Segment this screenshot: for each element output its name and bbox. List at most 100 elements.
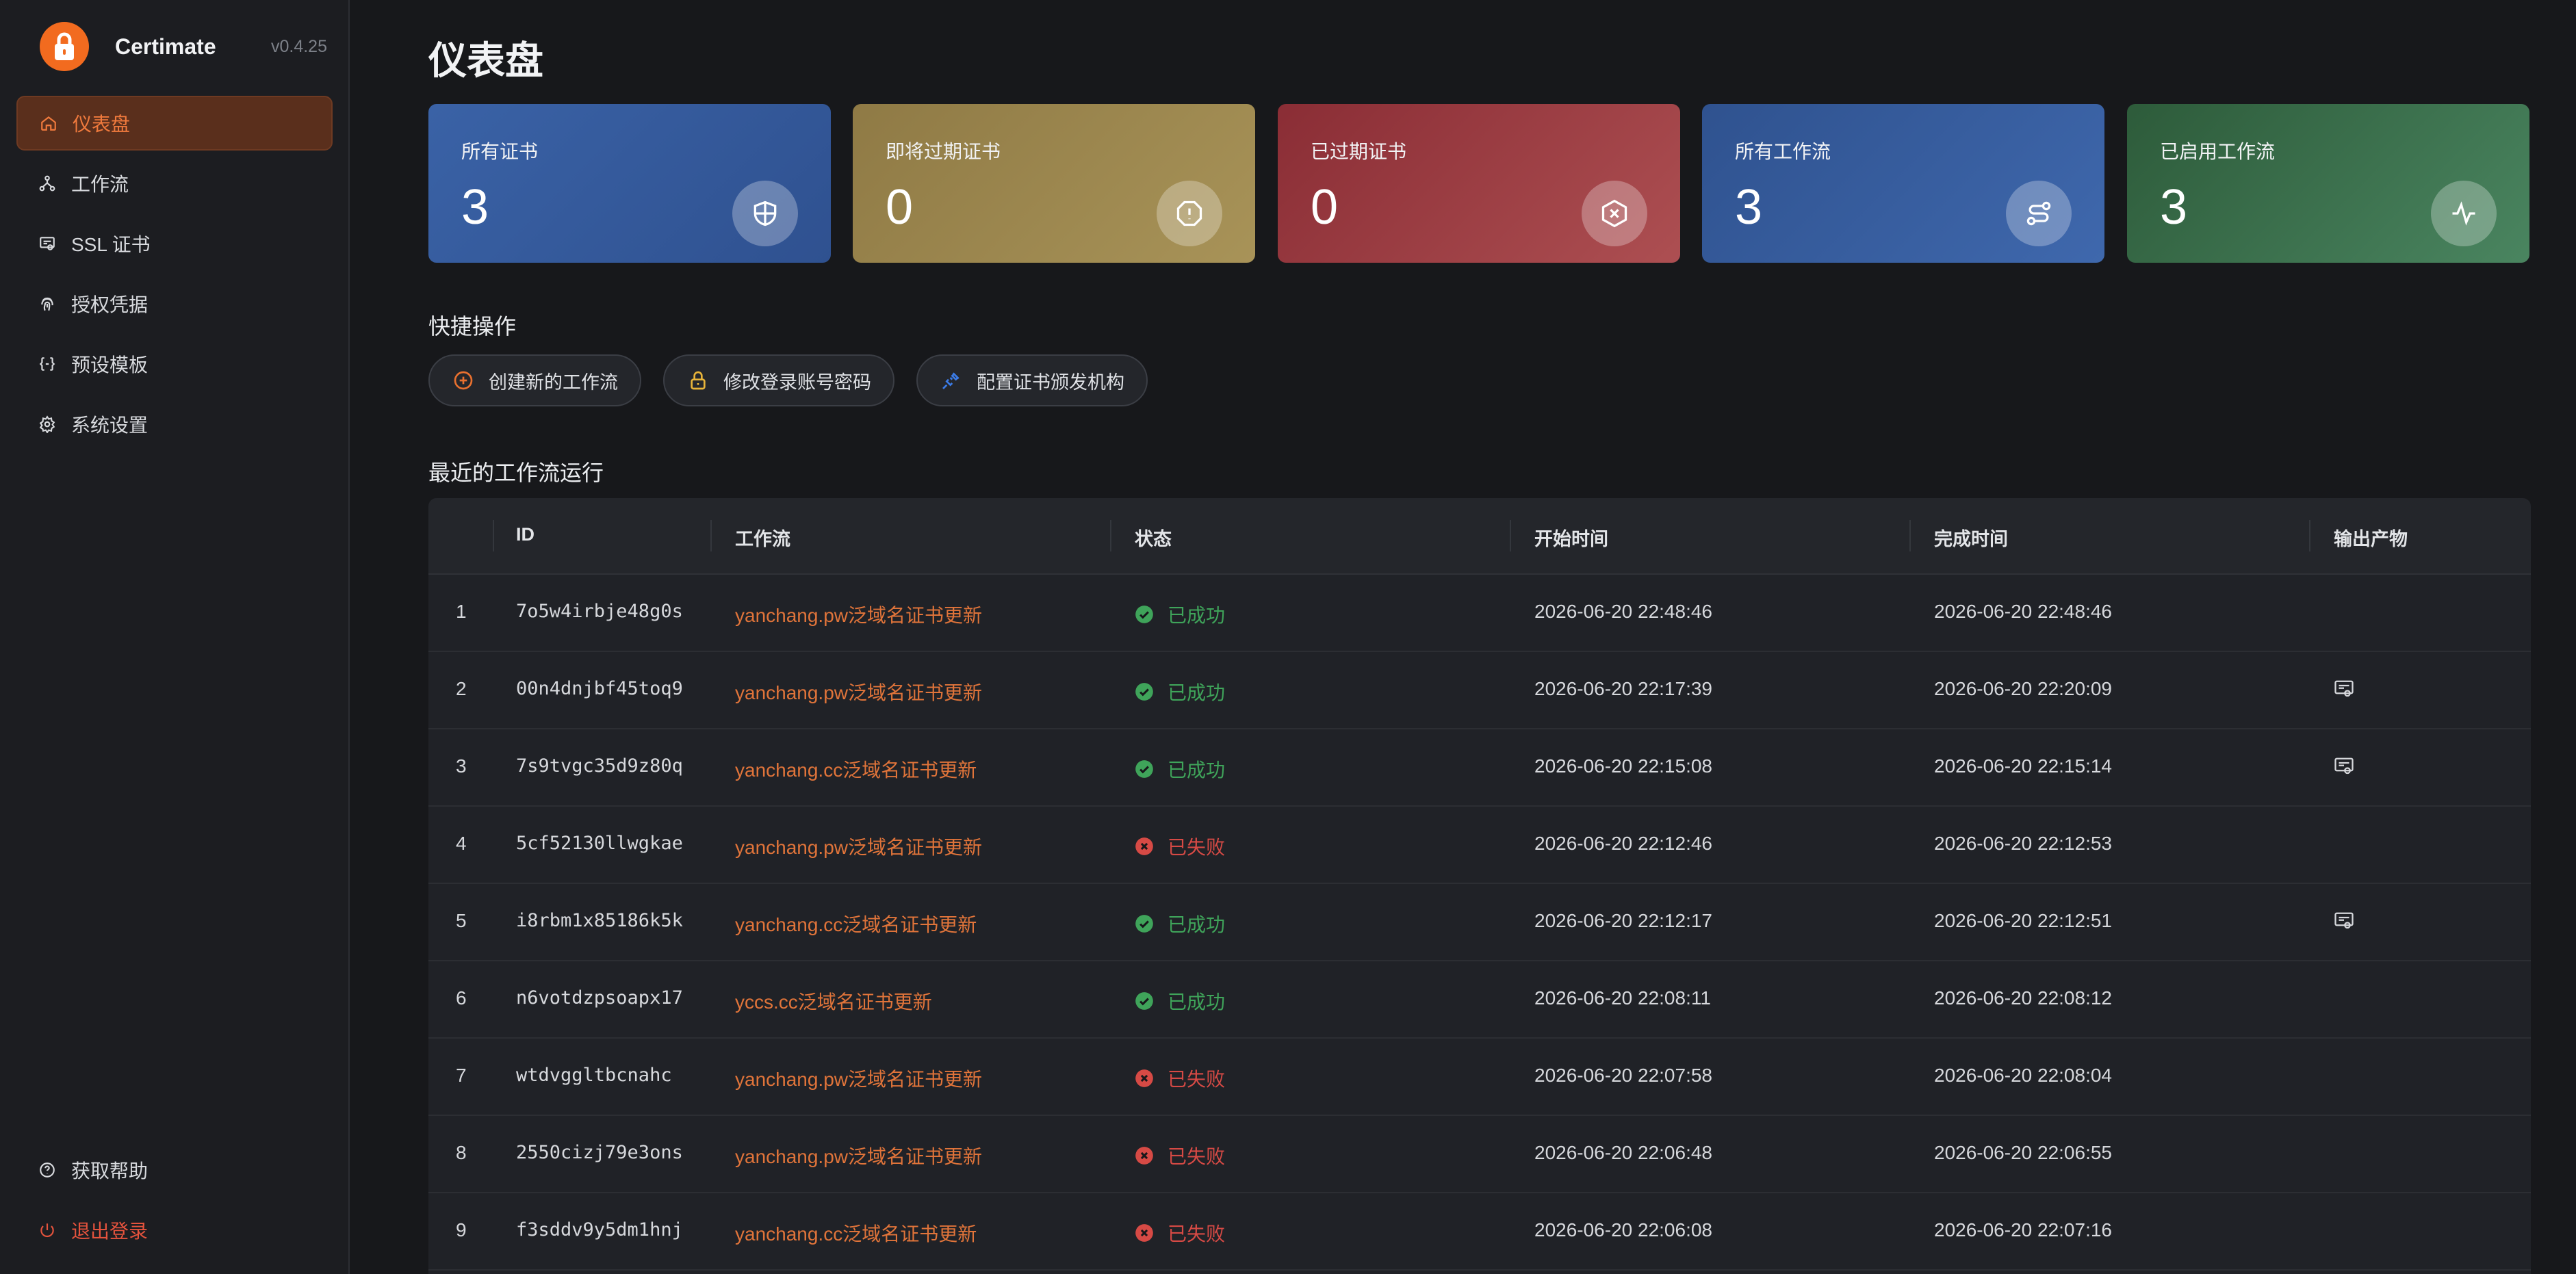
sidebar-item-label: 退出登录 — [71, 1221, 149, 1242]
start-time: 2026-06-20 22:08:11 — [1534, 987, 1711, 1009]
column-header-status[interactable]: 状态 — [1135, 524, 1172, 551]
table-row[interactable]: 8 2550cizj79e3ons yanchang.pw泛域名证书更新 已失败 202… — [428, 1116, 2531, 1193]
x-circle-icon — [1135, 1069, 1168, 1088]
gear-icon — [37, 414, 57, 434]
end-time: 2026-06-20 22:20:09 — [1934, 678, 2112, 699]
route-icon — [2006, 181, 2072, 246]
column-divider — [493, 520, 494, 551]
workflow-link[interactable]: yanchang.cc泛域名证书更新 — [735, 1219, 977, 1247]
create-workflow-button[interactable]: 创建新的工作流 — [428, 354, 641, 406]
lock-icon — [686, 369, 710, 392]
workflow-link[interactable]: yanchang.cc泛域名证书更新 — [735, 755, 977, 783]
app-version: v0.4.25 — [270, 37, 327, 56]
workflow-link[interactable]: yanchang.cc泛域名证书更新 — [735, 910, 977, 937]
button-label: 配置证书颁发机构 — [977, 372, 1124, 393]
certificate-icon — [37, 233, 57, 254]
plug-icon — [940, 369, 963, 392]
column-header-end-time[interactable]: 完成时间 — [1934, 524, 2008, 551]
sidebar-item-label: 预设模板 — [71, 354, 149, 376]
stat-label: 即将过期证书 — [886, 141, 1001, 162]
certificate-artifact-icon[interactable] — [2334, 679, 2354, 703]
status-badge: 已成功 — [1135, 755, 1225, 783]
workflow-link[interactable]: yanchang.pw泛域名证书更新 — [735, 833, 982, 860]
sidebar-item-settings[interactable]: 系统设置 — [16, 397, 333, 452]
table-row[interactable]: 5 i8rbm1x85186k5k yanchang.cc泛域名证书更新 已成功 202… — [428, 884, 2531, 961]
stats-cards: 所有证书 3 即将过期证书 0 已过期证书 0 所有工作流 3 已启用工作流 3 — [428, 104, 2531, 263]
x-circle-icon — [1135, 837, 1168, 856]
workflow-link[interactable]: yanchang.pw泛域名证书更新 — [735, 601, 982, 628]
workflow-link[interactable]: yanchang.pw泛域名证书更新 — [735, 1065, 982, 1092]
stat-card-all-certs[interactable]: 所有证书 3 — [428, 104, 831, 263]
stat-label: 所有证书 — [461, 141, 539, 162]
status-label: 已失败 — [1168, 1223, 1226, 1245]
status-label: 已失败 — [1168, 837, 1226, 858]
configure-ca-button[interactable]: 配置证书颁发机构 — [916, 354, 1148, 406]
recent-runs-title: 最近的工作流运行 — [428, 460, 604, 485]
sidebar-item-dashboard[interactable]: 仪表盘 — [16, 96, 333, 151]
sidebar-item-label: SSL 证书 — [71, 234, 151, 255]
column-header-workflow[interactable]: 工作流 — [735, 524, 790, 551]
status-label: 已成功 — [1168, 991, 1226, 1013]
run-id: 2550cizj79e3ons — [516, 1142, 683, 1163]
sidebar-item-help[interactable]: 获取帮助 — [16, 1143, 333, 1197]
brand[interactable]: Certimate v0.4.25 — [40, 22, 327, 71]
start-time: 2026-06-20 22:07:58 — [1534, 1065, 1712, 1086]
table-row[interactable]: 6 n6votdzpsoapx17 yccs.cc泛域名证书更新 已成功 2026-06… — [428, 961, 2531, 1039]
start-time: 2026-06-20 22:12:17 — [1534, 910, 1712, 931]
table-row[interactable]: 3 7s9tvgc35d9z80q yanchang.cc泛域名证书更新 已成功 202… — [428, 729, 2531, 807]
table-row[interactable]: 4 5cf52130llwgkae yanchang.pw泛域名证书更新 已失败 202… — [428, 807, 2531, 884]
table-row[interactable]: 1 7o5w4irbje48g0s yanchang.pw泛域名证书更新 已成功 202… — [428, 575, 2531, 652]
table-row[interactable]: 9 f3sddv9y5dm1hnj yanchang.cc泛域名证书更新 已失败 202… — [428, 1193, 2531, 1271]
sidebar-item-workflows[interactable]: 工作流 — [16, 156, 333, 211]
workflow-link[interactable]: yanchang.pw泛域名证书更新 — [735, 1142, 982, 1169]
status-label: 已成功 — [1168, 914, 1226, 935]
workflow-link[interactable]: yccs.cc泛域名证书更新 — [735, 987, 932, 1015]
stat-label: 已启用工作流 — [2160, 141, 2276, 162]
end-time: 2026-06-20 22:12:53 — [1934, 833, 2112, 854]
button-label: 创建新的工作流 — [489, 372, 618, 393]
sidebar-item-logout[interactable]: 退出登录 — [16, 1203, 333, 1258]
check-circle-icon — [1135, 605, 1168, 624]
plus-circle-icon — [452, 369, 475, 392]
sidebar-item-credentials[interactable]: 授权凭据 — [16, 276, 333, 331]
sidebar-item-certificates[interactable]: SSL 证书 — [16, 216, 333, 271]
column-header-id[interactable]: ID — [516, 524, 534, 545]
status-badge: 已失败 — [1135, 1219, 1225, 1247]
alert-icon — [1157, 181, 1222, 246]
stat-card-expiring-certs[interactable]: 即将过期证书 0 — [853, 104, 1255, 263]
sidebar-item-templates[interactable]: 预设模板 — [16, 337, 333, 391]
quick-actions-title: 快捷操作 — [428, 314, 517, 339]
column-divider — [2309, 520, 2310, 551]
table-row[interactable]: 2 00n4dnjbf45toq9 yanchang.pw泛域名证书更新 已成功 202… — [428, 652, 2531, 729]
stat-card-all-workflows[interactable]: 所有工作流 3 — [1702, 104, 2104, 263]
row-number: 2 — [456, 678, 467, 699]
end-time: 2026-06-20 22:06:55 — [1934, 1142, 2112, 1163]
end-time: 2026-06-20 22:48:46 — [1934, 601, 2112, 622]
end-time: 2026-06-20 22:12:51 — [1934, 910, 2112, 931]
change-password-button[interactable]: 修改登录账号密码 — [663, 354, 894, 406]
workflow-runs-table: ID 工作流 状态 开始时间 完成时间 输出产物 1 7o5w4irbje48g0… — [428, 498, 2531, 1274]
help-icon — [37, 1160, 57, 1180]
table-body: 1 7o5w4irbje48g0s yanchang.pw泛域名证书更新 已成功 202… — [428, 575, 2531, 1271]
status-badge: 已成功 — [1135, 910, 1225, 937]
stat-card-expired-certs[interactable]: 已过期证书 0 — [1278, 104, 1680, 263]
stat-card-enabled-workflows[interactable]: 已启用工作流 3 — [2127, 104, 2529, 263]
certificate-artifact-icon[interactable] — [2334, 757, 2354, 781]
certificate-artifact-icon[interactable] — [2334, 911, 2354, 935]
table-row[interactable]: 7 wtdvggltbcnahc yanchang.pw泛域名证书更新 已失败 2026… — [428, 1039, 2531, 1116]
sidebar-item-label: 工作流 — [71, 174, 129, 195]
run-id: 5cf52130llwgkae — [516, 833, 683, 854]
status-badge: 已失败 — [1135, 833, 1225, 860]
status-label: 已成功 — [1168, 605, 1226, 626]
column-divider — [1909, 520, 1911, 551]
button-label: 修改登录账号密码 — [723, 372, 871, 393]
column-header-artifacts[interactable]: 输出产物 — [2334, 524, 2408, 551]
workflow-link[interactable]: yanchang.pw泛域名证书更新 — [735, 678, 982, 705]
status-label: 已失败 — [1168, 1069, 1226, 1090]
column-header-start-time[interactable]: 开始时间 — [1534, 524, 1608, 551]
braces-icon — [37, 354, 57, 374]
start-time: 2026-06-20 22:06:48 — [1534, 1142, 1712, 1163]
status-badge: 已成功 — [1135, 987, 1225, 1015]
home-icon — [38, 113, 59, 133]
x-hexagon-icon — [1582, 181, 1647, 246]
